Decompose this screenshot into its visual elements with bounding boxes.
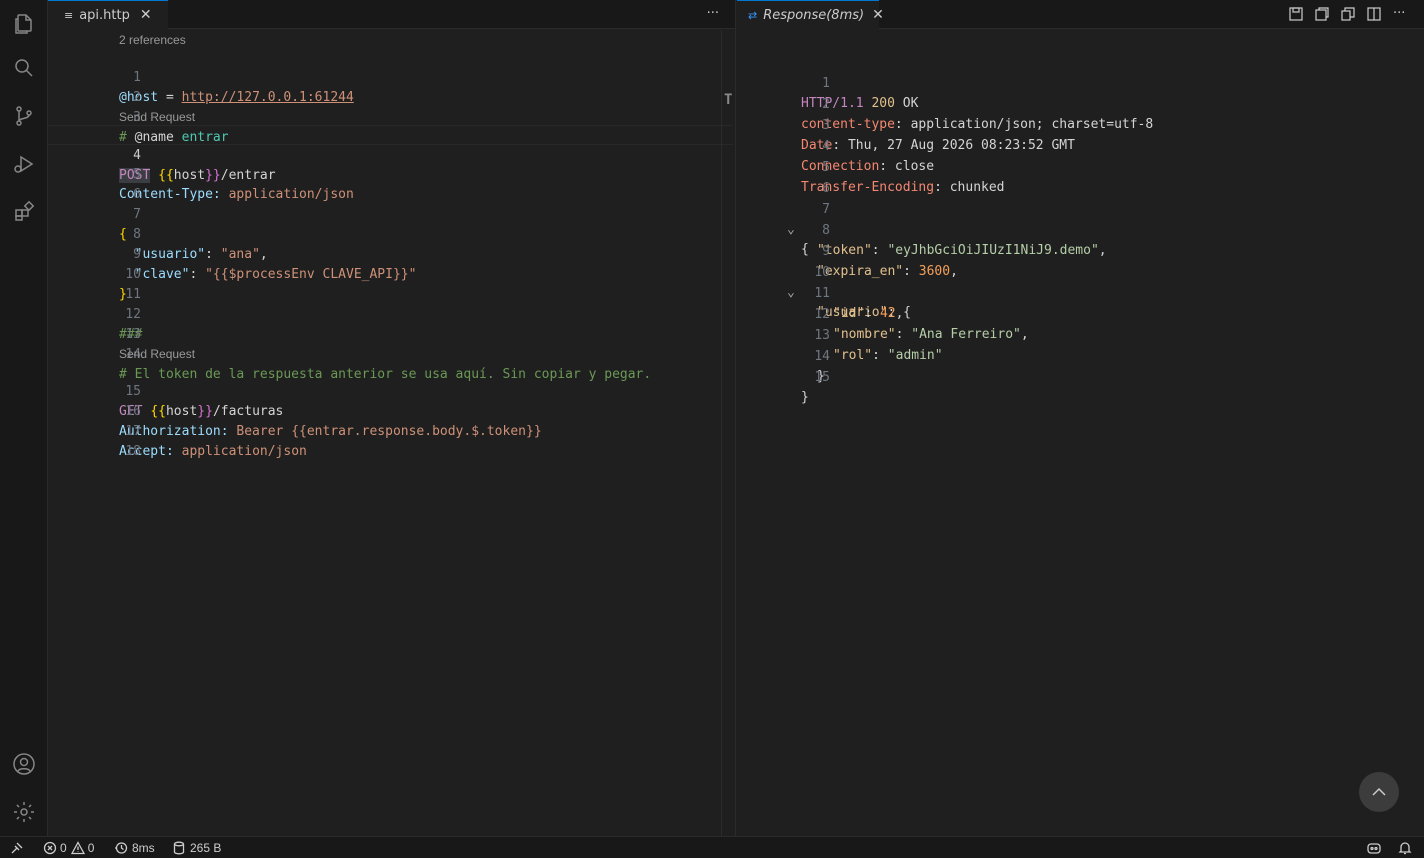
code-line: 9 "expira_en": 3600,	[737, 222, 1424, 279]
code-line: 10 ⌄ "usuario": {	[737, 243, 1424, 320]
more-actions-icon[interactable]: ···	[1393, 6, 1405, 21]
response-viewer[interactable]: 1 HTTP/1.1 200 OK 2 content-type: applic…	[737, 30, 1424, 836]
code-line: 7 {	[48, 185, 735, 242]
references-codelens[interactable]: 2 references	[119, 32, 186, 48]
response-size-indicator[interactable]: 265 B	[172, 837, 221, 858]
code-line: 1 @host = http://127.0.0.1:61244	[48, 48, 735, 105]
code-line: 2 content-type: application/json; charse…	[737, 75, 1424, 132]
error-count: 0	[60, 840, 67, 855]
code-line: 9 "clave": "{{$processEnv CLAVE_API}}"	[48, 225, 735, 282]
code-line: 15 GET {{host}}/facturas	[48, 362, 735, 419]
close-icon[interactable]: ✕	[872, 7, 884, 23]
notifications-bell-icon[interactable]	[1398, 837, 1412, 858]
editor-group-request: ≡ api.http ✕ ··· 2 references 1 @host = …	[48, 0, 736, 836]
copilot-icon[interactable]	[1366, 837, 1382, 858]
line-number: 15	[814, 370, 830, 385]
code-line: 18	[48, 422, 735, 459]
warning-icon	[70, 840, 85, 854]
problems-indicator[interactable]: 0 0	[43, 837, 94, 858]
vertical-scrollbar[interactable]	[721, 30, 735, 836]
code-line: 10 }	[48, 245, 735, 302]
search-icon[interactable]	[0, 44, 48, 92]
code-line: 6	[737, 159, 1424, 196]
copy-icon[interactable]	[1340, 6, 1356, 22]
code-line: 11 "id": 42,	[737, 264, 1424, 321]
more-actions-icon[interactable]: ···	[707, 6, 719, 21]
code-line: 5 Content-Type: application/json	[48, 145, 735, 202]
code-line: 1 HTTP/1.1 200 OK	[737, 54, 1424, 111]
header-value: application/json	[173, 444, 307, 459]
code-line: 11	[48, 265, 735, 302]
code-line: 13 "rol": "admin"	[737, 306, 1424, 363]
save-response-icon[interactable]	[1288, 6, 1304, 22]
source-control-icon[interactable]	[0, 92, 48, 140]
code-line: 13	[48, 305, 735, 342]
code-line: 14 }	[737, 327, 1424, 384]
code-line: 6	[48, 165, 735, 202]
code-line: 2	[48, 68, 735, 105]
code-line: 17 Accept: application/json	[48, 402, 735, 459]
code-line: 8 "usuario": "ana",	[48, 205, 735, 262]
save-body-icon[interactable]	[1314, 6, 1330, 22]
history-icon	[115, 841, 128, 854]
code-line-current: 4 POST {{host}}/entrar	[48, 125, 733, 183]
remote-indicator-icon[interactable]	[10, 837, 24, 858]
response-size: 265 B	[190, 840, 222, 855]
run-debug-icon[interactable]	[0, 140, 48, 188]
tab-label: api.http	[79, 7, 130, 23]
close-icon[interactable]: ✕	[140, 7, 152, 23]
response-time: 8ms	[132, 840, 155, 855]
tab-label: Response(8ms)	[763, 7, 865, 23]
code-line: 12 "nombre": "Ana Ferreiro",	[737, 285, 1424, 342]
tab-bar: ⇄ Response(8ms) ✕ ···	[737, 0, 1424, 29]
chevron-up-icon	[1372, 787, 1386, 796]
code-line: 16 Authorization: Bearer {{entrar.respon…	[48, 382, 735, 439]
code-line: 7 ⌄ {	[737, 180, 1424, 257]
code-line: 8 "token": "eyJhbGciOiJIUzI1NiJ9.demo",	[737, 201, 1424, 258]
tab-bar: ≡ api.http ✕ ···	[48, 0, 735, 29]
request-editor[interactable]: 2 references 1 @host = http://127.0.0.1:…	[48, 30, 735, 836]
tab-api-http[interactable]: ≡ api.http ✕	[48, 0, 168, 29]
code-line: 5 Transfer-Encoding: chunked	[737, 138, 1424, 195]
swap-arrows-icon: ⇄	[748, 8, 758, 22]
json-brace: }	[801, 390, 809, 405]
error-icon	[43, 841, 57, 854]
tab-response[interactable]: ⇄ Response(8ms) ✕	[737, 0, 884, 29]
code-line: 3 # @name entrar	[48, 88, 735, 145]
account-icon[interactable]	[0, 740, 48, 788]
extensions-icon[interactable]	[0, 188, 48, 236]
code-line: 12 ###	[48, 285, 735, 342]
activity-bar	[0, 0, 48, 836]
status-bar: 0 0 8ms 265 B	[0, 836, 1424, 858]
code-line: 14 # El token de la respuesta anterior s…	[48, 325, 735, 382]
database-icon	[173, 841, 185, 854]
code-line: 4 Connection: close	[737, 117, 1424, 174]
explorer-icon[interactable]	[0, 0, 48, 48]
scroll-to-top-button[interactable]	[1359, 772, 1399, 812]
code-line: 15 }	[737, 348, 1424, 405]
code-line: 3 Date: Thu, 27 Aug 2026 08:23:52 GMT	[737, 96, 1424, 153]
response-time-indicator[interactable]: 8ms	[114, 837, 155, 858]
editor-group-response: ⇄ Response(8ms) ✕ ··· 1 HTTP/1.1 200 OK …	[737, 0, 1424, 836]
settings-gear-icon[interactable]	[0, 788, 48, 836]
send-request-codelens[interactable]: Send Request	[119, 109, 195, 125]
file-lines-icon: ≡	[64, 8, 74, 22]
line-number: 18	[125, 444, 141, 459]
split-editor-icon[interactable]	[1366, 6, 1382, 22]
send-request-codelens[interactable]: Send Request	[119, 346, 195, 362]
warning-count: 0	[87, 840, 95, 855]
